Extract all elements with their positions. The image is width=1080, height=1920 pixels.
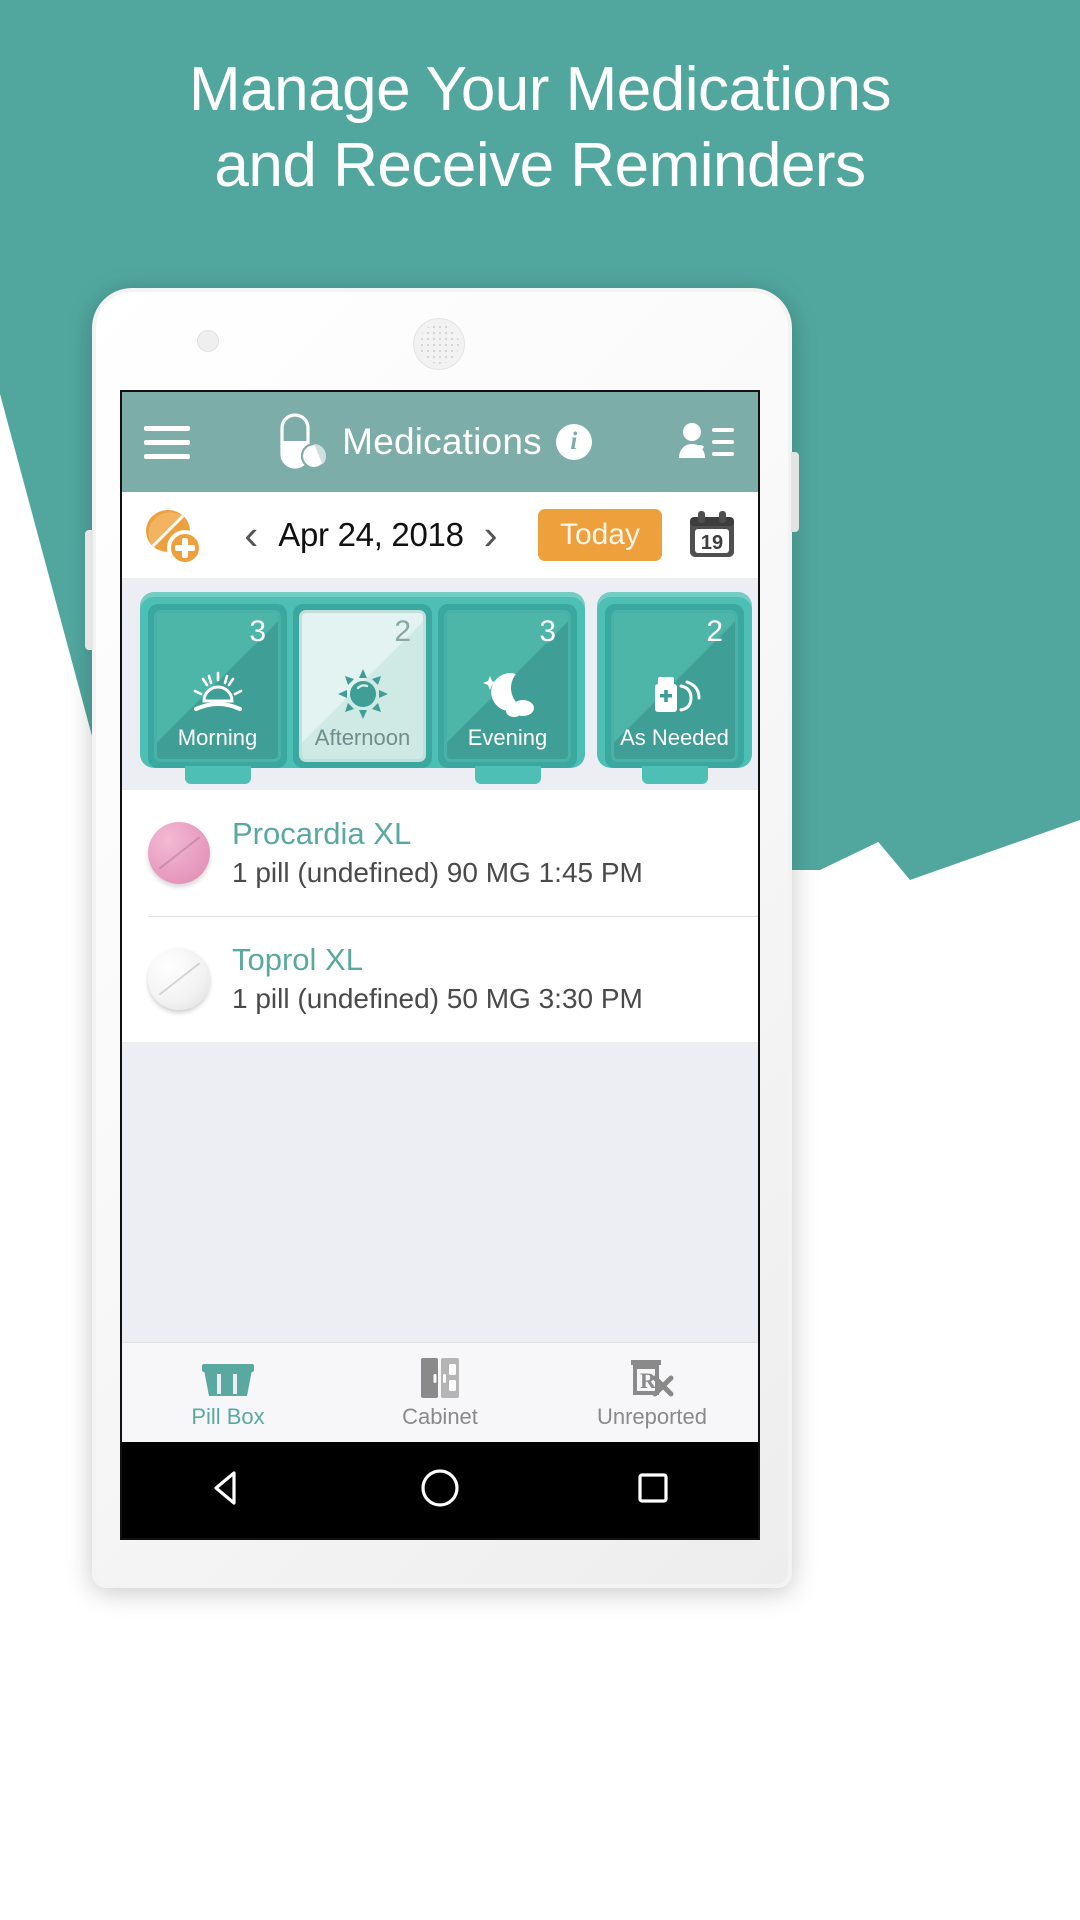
tab-label: Unreported [596,1403,708,1429]
date-navigation-bar: ‹ Apr 24, 2018 › Today 19 [122,492,758,578]
compartment-count: 2 [706,615,723,648]
phone-power-button[interactable] [791,452,799,532]
medication-name: Procardia XL [232,816,412,851]
tab-cabinet[interactable]: Cabinet [334,1356,546,1430]
pillbox-tray-daily: 3 Morning 2 Afternoon 3 Evening [140,592,585,784]
recents-square-icon[interactable] [630,1465,676,1516]
compartment-afternoon[interactable]: 2 Afternoon [293,604,432,768]
compartment-pull-tab [641,766,708,784]
tab-label: Cabinet [402,1403,478,1429]
compartment-label: Morning [177,725,258,750]
earpiece-speaker-icon [413,318,465,370]
cabinet-icon [419,1356,461,1400]
compartment-as-needed[interactable]: 2 As Needed [605,604,744,784]
medication-name: Toprol XL [232,942,363,977]
compartment-evening[interactable]: 3 Evening [438,604,577,784]
phone-volume-button[interactable] [85,530,93,650]
compartment-label: Afternoon [314,725,411,750]
home-circle-icon[interactable] [415,1463,465,1518]
calendar-day-number: 19 [701,532,723,554]
back-triangle-icon[interactable] [204,1465,250,1516]
list-item[interactable]: Procardia XL 1 pill (undefined) 90 MG 1:… [122,790,758,916]
contacts-list-icon[interactable] [678,420,736,464]
pillbox-strip: 3 Morning 2 Afternoon 3 Evening 2 As Nee… [122,578,758,790]
compartment-morning[interactable]: 3 Morning [148,604,287,784]
compartment-count: 3 [539,615,556,648]
page-title: Medications [342,421,542,462]
previous-day-button[interactable]: ‹ [244,514,258,556]
front-camera-icon [197,330,219,352]
empty-list-area [122,1042,758,1342]
compartment-label: As Needed [620,725,729,750]
app-bar-title-group: Medications i [190,413,678,471]
promo-headline: Manage Your Medications and Receive Remi… [0,52,1080,204]
capsule-pill-icon [276,413,328,471]
bottom-tab-bar: Pill Box Cabinet R Unreported [122,1342,758,1442]
calendar-icon[interactable]: 19 [686,509,738,561]
tab-label: Pill Box [191,1403,265,1429]
medication-details: 1 pill (undefined) 90 MG 1:45 PM [232,857,643,888]
pillbox-tray-icon [200,1356,256,1400]
medication-text: Toprol XL 1 pill (undefined) 50 MG 3:30 … [232,940,643,1018]
compartment-pull-tab [474,766,541,784]
pill-bottle-icon [647,665,703,723]
hamburger-menu-icon[interactable] [144,425,190,459]
info-icon[interactable]: i [555,424,592,460]
moon-icon [480,665,536,723]
tab-unreported[interactable]: R Unreported [546,1356,758,1430]
compartment-count: 2 [394,615,411,648]
sunrise-icon [190,665,246,723]
medication-text: Procardia XL 1 pill (undefined) 90 MG 1:… [232,814,643,892]
compartment-label: Evening [467,725,548,750]
promo-headline-line1: Manage Your Medications [189,55,891,124]
pill-avatar-icon [148,948,210,1010]
list-item[interactable]: Toprol XL 1 pill (undefined) 50 MG 3:30 … [122,916,758,1042]
pill-avatar-icon [148,822,210,884]
today-button[interactable]: Today [537,509,662,561]
phone-screen: Medications i ‹ Apr 24, 2018 › Today 19 … [120,390,760,1540]
compartment-pull-tab [184,766,251,784]
compartment-count: 3 [249,615,266,648]
unreported-rx-icon: R [627,1356,677,1400]
add-medication-icon[interactable] [142,505,204,566]
promo-headline-line2: and Receive Reminders [214,131,866,200]
android-navigation-bar [122,1442,758,1538]
date-nav-group: ‹ Apr 24, 2018 › [214,514,528,556]
next-day-button[interactable]: › [484,514,498,556]
app-bar: Medications i [122,392,758,492]
medication-list: Procardia XL 1 pill (undefined) 90 MG 1:… [122,790,758,1042]
sun-icon [337,665,389,723]
pillbox-tray-asneeded: 2 As Needed [597,592,752,784]
current-date-label: Apr 24, 2018 [278,516,464,553]
medication-details: 1 pill (undefined) 50 MG 3:30 PM [232,983,643,1014]
tab-pill-box[interactable]: Pill Box [122,1356,334,1430]
